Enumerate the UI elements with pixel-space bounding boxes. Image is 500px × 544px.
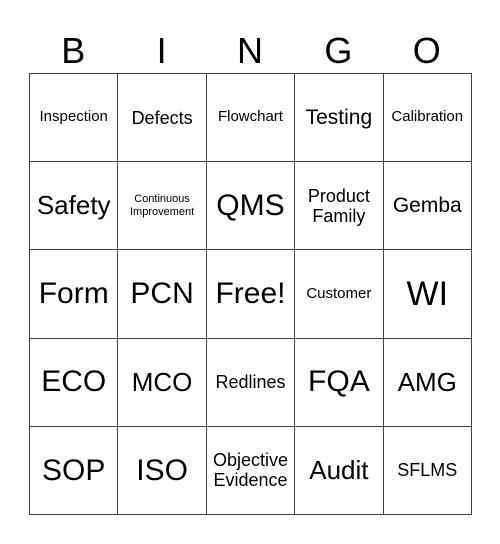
bingo-cell[interactable]: ISO	[117, 425, 207, 515]
bingo-header: B I N G O	[29, 28, 471, 73]
header-letter-o: O	[412, 30, 441, 71]
bingo-cell[interactable]: Product Family	[294, 161, 384, 251]
header-letter-i: I	[156, 30, 167, 71]
bingo-cell[interactable]: Safety	[28, 161, 119, 251]
header-letter-b: B	[61, 30, 86, 71]
bingo-cell[interactable]: SOP	[28, 425, 119, 515]
bingo-cell[interactable]: Objective Evidence	[205, 425, 296, 515]
header-letter-g: G	[324, 30, 353, 71]
bingo-cell[interactable]: AMG	[382, 337, 472, 427]
bingo-cell[interactable]: Flowchart	[205, 72, 296, 163]
bingo-cell free-space[interactable]: Free!	[205, 249, 296, 339]
bingo-cell[interactable]: Defects	[117, 72, 207, 163]
bingo-cell[interactable]: Calibration	[382, 72, 472, 163]
bingo-cell[interactable]: Customer	[294, 249, 384, 339]
bingo-cell[interactable]: WI	[382, 249, 472, 339]
header-letter-n: N	[236, 30, 263, 71]
bingo-cell[interactable]: Testing	[294, 72, 384, 163]
grid-row: Safety Continuous Improvement QMS Produc…	[28, 161, 472, 251]
bingo-cell[interactable]: FQA	[294, 337, 384, 427]
bingo-cell[interactable]: Continuous Improvement	[117, 161, 207, 251]
bingo-cell[interactable]: Form	[28, 249, 119, 339]
grid-row: Form PCN Free! Customer WI	[28, 249, 472, 339]
bingo-cell[interactable]: SFLMS	[382, 425, 472, 515]
bingo-cell[interactable]: QMS	[205, 161, 296, 251]
bingo-cell[interactable]: Gemba	[382, 161, 472, 251]
bingo-cell[interactable]: MCO	[117, 337, 207, 427]
grid-row: Inspection Defects Flowchart Testing Cal…	[28, 72, 472, 163]
grid-row: ECO MCO Redlines FQA AMG	[28, 337, 472, 427]
bingo-cell[interactable]: Redlines	[205, 337, 296, 427]
bingo-grid: Inspection Defects Flowchart Testing Cal…	[28, 72, 472, 515]
bingo-cell[interactable]: PCN	[117, 249, 207, 339]
bingo-cell[interactable]: Audit	[294, 425, 384, 515]
bingo-cell[interactable]: ECO	[28, 337, 119, 427]
bingo-cell[interactable]: Inspection	[28, 72, 119, 163]
grid-row: SOP ISO Objective Evidence Audit SFLMS	[28, 425, 472, 515]
